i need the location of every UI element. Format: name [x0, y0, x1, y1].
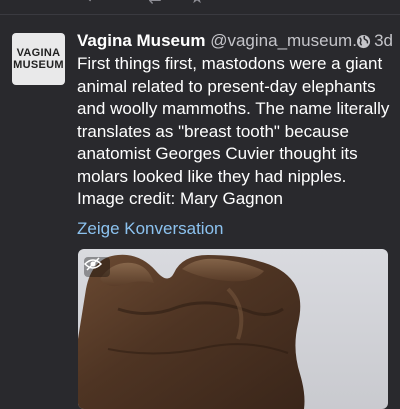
status-line: animal related to present-day elephants	[77, 76, 376, 96]
status-header: Vagina Museum @vagina_museum... 3d	[77, 30, 393, 52]
status-meta: 3d	[356, 30, 393, 52]
status-line: translates as "breast tooth" because	[77, 121, 349, 141]
avatar[interactable]: VAGINA MUSEUM	[12, 33, 65, 85]
mastodon-tooth-photo	[78, 254, 305, 409]
hide-media-button[interactable]	[84, 257, 110, 277]
avatar-line-1: VAGINA	[16, 47, 61, 59]
eye-slash-icon	[84, 257, 102, 271]
show-conversation-link[interactable]: Zeige Konversation	[77, 218, 223, 240]
status-action-bar: ↩ ⇄ ★ ⋯	[0, 0, 400, 15]
account-handle[interactable]: @vagina_museum...	[210, 31, 366, 50]
relative-time[interactable]: 3d	[374, 30, 393, 52]
status-line: First things first, mastodons were a gia…	[77, 54, 383, 73]
status-line: anatomist Georges Cuvier thought its	[77, 144, 358, 163]
reply-icon[interactable]: ↩	[82, 0, 104, 8]
globe-icon	[357, 34, 371, 48]
status-content: First things first, mastodons were a gia…	[77, 53, 389, 211]
boost-icon[interactable]: ⇄	[144, 0, 166, 8]
status-line: Image credit: Mary Gagnon	[77, 189, 283, 208]
status-line: and woolly mammoths. The name literally	[77, 99, 390, 118]
media-attachment[interactable]	[78, 249, 388, 409]
status-line: molars looked like they had nipples.	[77, 166, 347, 186]
display-name[interactable]: Vagina Museum	[77, 31, 205, 50]
favourite-icon[interactable]: ★	[186, 0, 208, 8]
share-icon[interactable]: ⋯	[232, 0, 254, 8]
avatar-line-2: MUSEUM	[13, 59, 64, 71]
